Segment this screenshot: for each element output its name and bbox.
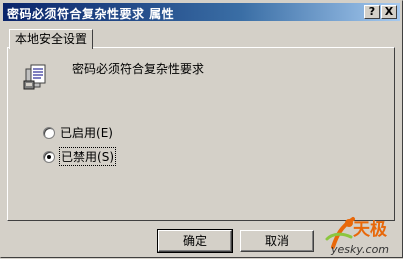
close-button[interactable]: X: [381, 5, 397, 19]
option-enabled-accelerator: (E): [96, 125, 113, 140]
watermark-site: yesky.com: [331, 243, 390, 256]
watermark-logo: 天极 yesky.com: [323, 213, 403, 259]
option-disabled-label: 已禁用: [61, 150, 98, 164]
window-title: 密码必须符合复杂性要求 属性: [7, 7, 175, 21]
title-bar[interactable]: 密码必须符合复杂性要求 属性 ? X: [3, 3, 400, 21]
radio-disabled[interactable]: [43, 150, 55, 163]
tab-local-security-setting[interactable]: 本地安全设置: [9, 29, 93, 49]
watermark-brand: 天极: [353, 220, 387, 240]
option-disabled-accelerator: (S): [97, 150, 114, 164]
radio-enabled[interactable]: [43, 126, 55, 139]
properties-dialog: 密码必须符合复杂性要求 属性 ? X 本地安全设置 密码必须符合复杂性要求 已启…: [0, 0, 403, 258]
help-button[interactable]: ?: [364, 5, 380, 19]
policy-document-icon: [23, 64, 46, 90]
policy-name: 密码必须符合复杂性要求: [72, 62, 205, 76]
ok-button[interactable]: 确定: [157, 229, 233, 253]
option-enabled[interactable]: 已启用 (E): [43, 124, 113, 141]
cancel-button[interactable]: 取消: [240, 230, 314, 252]
option-disabled[interactable]: 已禁用(S): [43, 147, 116, 166]
option-enabled-label: 已启用: [60, 126, 97, 140]
